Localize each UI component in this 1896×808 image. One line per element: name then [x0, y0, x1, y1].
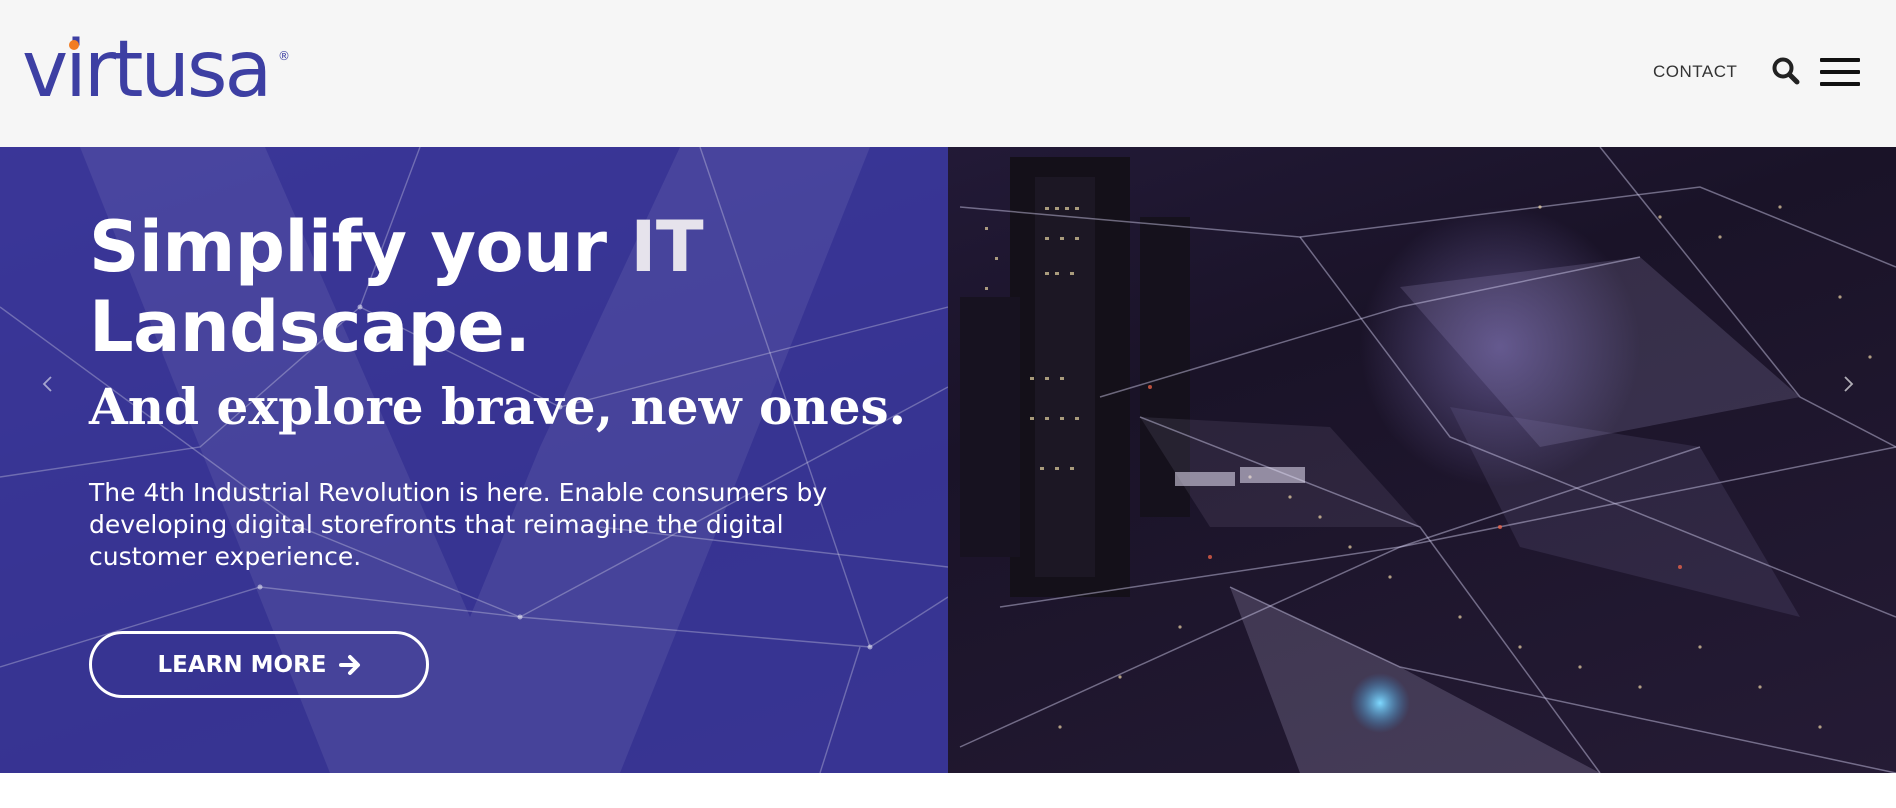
headline-part2: IT [630, 206, 704, 288]
logo-dot-icon [69, 40, 79, 50]
site-header: virtusa ® CONTACT [0, 0, 1896, 147]
hero-headline: Simplify your IT Landscape. [89, 207, 889, 367]
hero-banner: Simplify your IT Landscape. And explore … [0, 147, 1896, 773]
logo-text: virtusa [22, 25, 272, 115]
registered-mark: ® [278, 49, 290, 63]
learn-more-label: LEARN MORE [157, 651, 327, 678]
learn-more-button[interactable]: LEARN MORE [89, 631, 429, 698]
search-icon[interactable] [1770, 56, 1802, 88]
arrow-right-icon [338, 654, 361, 676]
nav-contact-link[interactable]: CONTACT [1653, 62, 1737, 82]
hero-description: The 4th Industrial Revolution is here. E… [89, 478, 828, 571]
chevron-right-icon[interactable] [1836, 369, 1860, 399]
chevron-left-icon[interactable] [36, 369, 60, 399]
hero-subheadline: And explore brave, new ones. [89, 377, 907, 436]
headline-part1: Simplify your [89, 206, 631, 288]
brand-logo[interactable]: virtusa ® [22, 30, 292, 110]
headline-line2: Landscape. [89, 286, 531, 368]
hamburger-menu-icon[interactable] [1820, 58, 1860, 88]
